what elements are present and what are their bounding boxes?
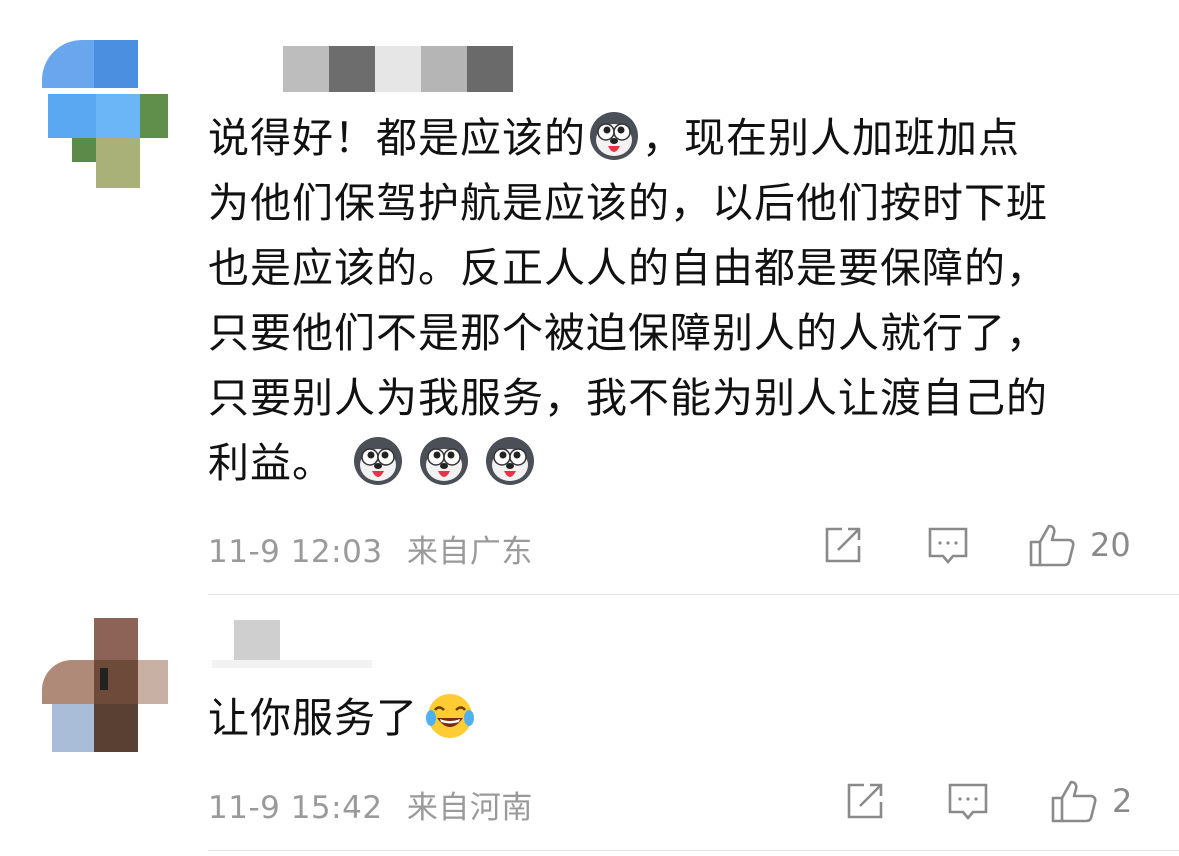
share-icon bbox=[825, 527, 861, 563]
comment-time: 11-9 12:03 bbox=[208, 534, 383, 570]
username-mosaic[interactable] bbox=[283, 46, 513, 92]
comment-time: 11-9 15:42 bbox=[208, 790, 383, 826]
comment-location: 来自河南 bbox=[406, 790, 533, 826]
comment-text: 让你服务了 bbox=[208, 686, 1168, 751]
reply-button[interactable] bbox=[946, 780, 990, 824]
avatar[interactable] bbox=[42, 40, 188, 188]
husky-dog-emoji-icon bbox=[590, 112, 638, 160]
reply-button[interactable] bbox=[926, 524, 970, 568]
like-count: 2 bbox=[1112, 782, 1133, 820]
comment-bubble-icon bbox=[948, 783, 988, 821]
comment-text-part-2: ，现在别人加班加点 为他们保驾护航是应该的，以后他们按时下班 也是应该的。反正人… bbox=[208, 114, 1048, 487]
comment-text-part-1: 说得好！都是应该的 bbox=[208, 114, 586, 162]
like-count: 20 bbox=[1090, 526, 1131, 564]
laugh-cry-emoji-icon bbox=[426, 694, 474, 738]
share-button[interactable] bbox=[844, 780, 886, 822]
share-button[interactable] bbox=[822, 524, 864, 566]
husky-dog-emoji-icon bbox=[486, 437, 534, 485]
username-mosaic-faint bbox=[212, 660, 372, 668]
thumbs-up-icon bbox=[1051, 780, 1097, 823]
divider bbox=[208, 594, 1179, 595]
comment-item: 说得好！都是应该的 ，现在别人加班加点 为他们保驾护航是应该的，以后他们按时下班 … bbox=[0, 0, 1179, 595]
husky-dog-emoji-icon bbox=[420, 437, 468, 485]
comment-text-body: 让你服务了 bbox=[208, 694, 418, 742]
husky-dog-emoji-icon bbox=[354, 437, 402, 485]
comment-bubble-icon bbox=[928, 527, 968, 565]
avatar[interactable] bbox=[42, 618, 188, 752]
divider bbox=[208, 850, 1179, 851]
share-icon bbox=[847, 783, 883, 819]
username-mosaic[interactable] bbox=[234, 620, 280, 660]
like-button[interactable]: 2 bbox=[1050, 778, 1132, 824]
comment-meta: 11-9 12:03 来自广东 bbox=[208, 526, 533, 571]
like-button[interactable]: 20 bbox=[1028, 522, 1131, 568]
comment-meta: 11-9 15:42 来自河南 bbox=[208, 782, 533, 827]
comment-text: 说得好！都是应该的 ，现在别人加班加点 为他们保驾护航是应该的，以后他们按时下班 … bbox=[208, 106, 1168, 496]
thumbs-up-icon bbox=[1029, 524, 1075, 567]
comment-item: 让你服务了 11-9 15:42 来自河南 2 bbox=[0, 596, 1179, 856]
comment-location: 来自广东 bbox=[406, 534, 533, 570]
